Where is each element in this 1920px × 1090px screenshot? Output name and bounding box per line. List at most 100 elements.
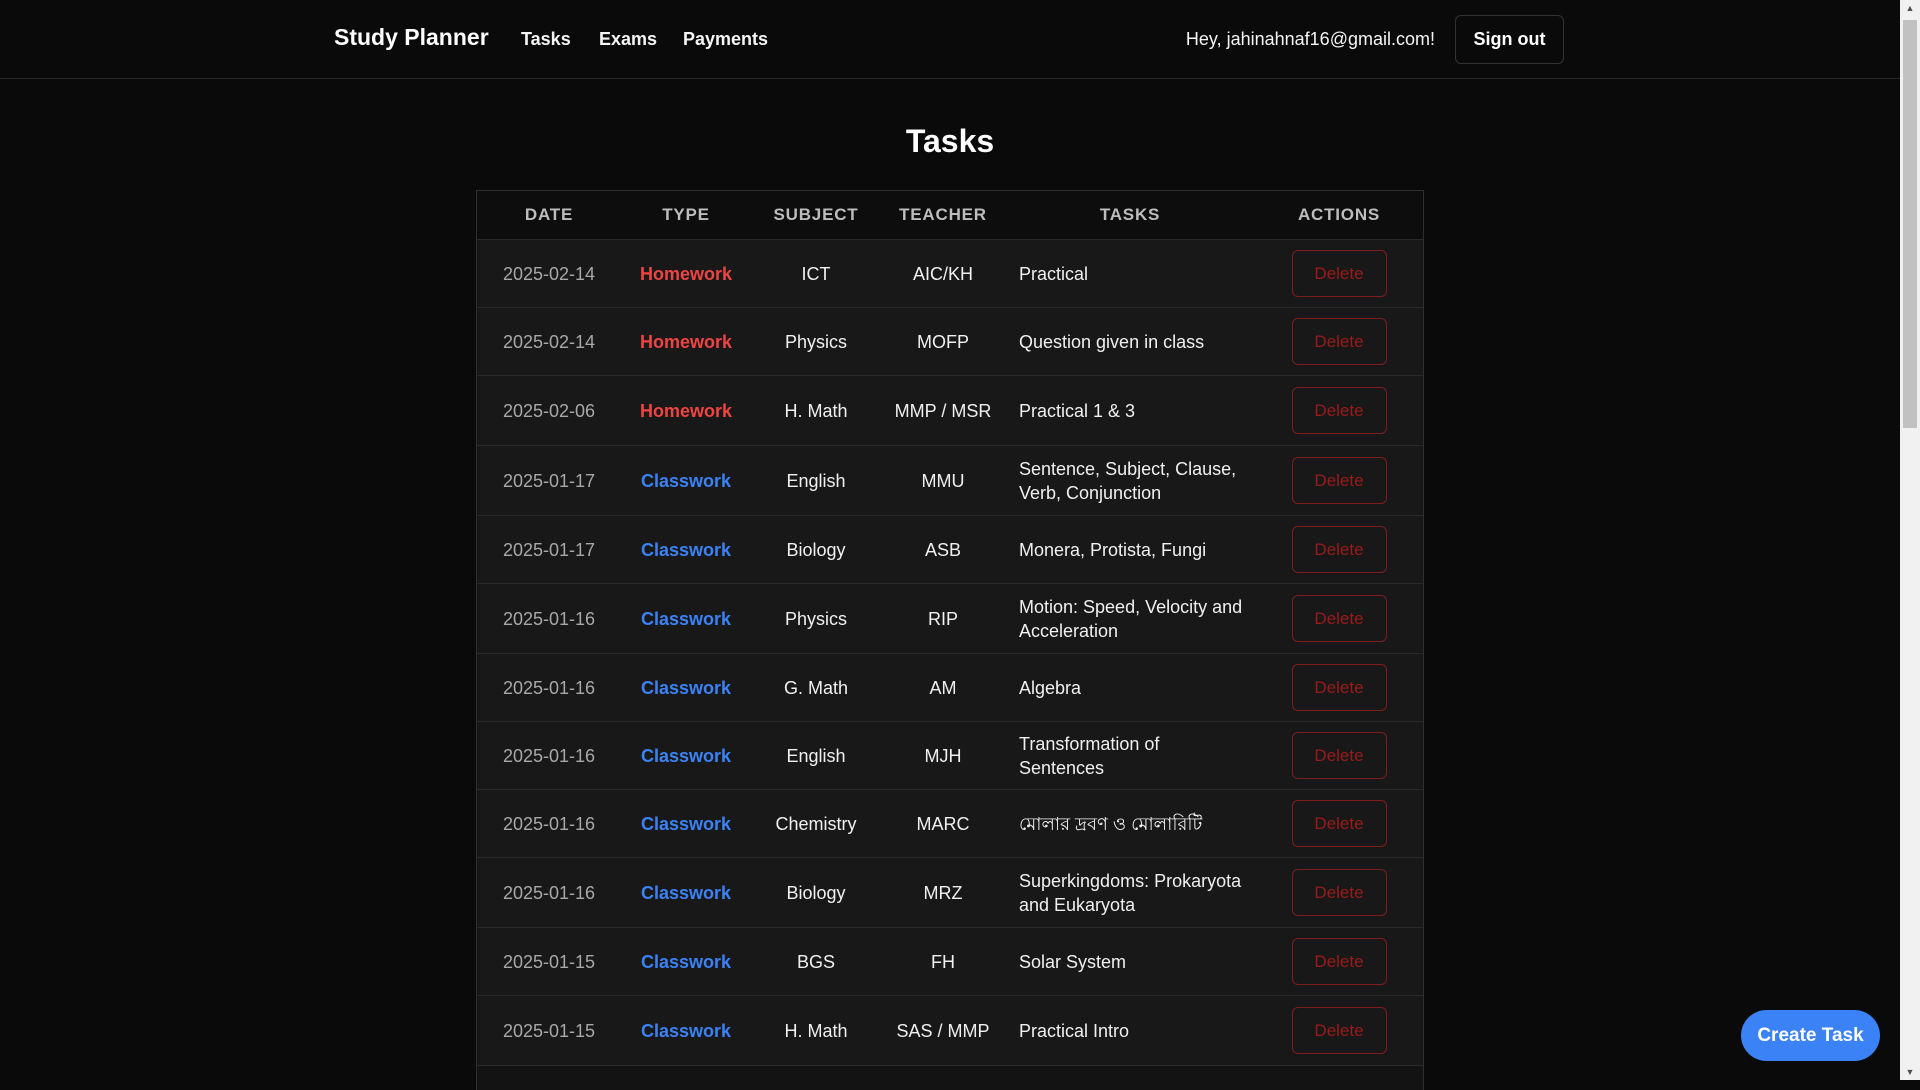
actions-cell: Delete (1255, 445, 1423, 516)
vertical-scrollbar[interactable]: ▲ ▼ (1900, 0, 1920, 1080)
type-cell: Homework (621, 307, 751, 376)
actions-cell: Delete (1255, 307, 1423, 376)
column-header-tasks: TASKS (1005, 191, 1255, 240)
create-task-button[interactable]: Create Task (1741, 1010, 1880, 1061)
delete-button[interactable]: Delete (1291, 732, 1387, 779)
subject-cell: G. Math (751, 653, 881, 722)
subject-cell: Physics (751, 583, 881, 654)
table-row: 2025-01-15 Classwork BGS FH Solar System Dele… (477, 927, 1423, 996)
table-row: 2025-02-06 Homework H. Math MMP / MSR Practi… (477, 375, 1423, 446)
delete-button[interactable]: Delete (1291, 457, 1387, 504)
subject-cell: Chemistry (751, 789, 881, 858)
nav-link-tasks[interactable]: Tasks (521, 29, 571, 50)
table-row: 2025-01-16 Classwork Physics RIP Motion: Spe… (477, 583, 1423, 654)
scrollbar-thumb[interactable] (1903, 20, 1917, 428)
task-cell: মোলার দ্রবণ ও মোলারিটি (1005, 789, 1255, 858)
task-cell: Superkingdoms: Prokaryota and Eukaryota (1005, 857, 1255, 928)
table-row: 2025-01-16 Classwork Biology MRZ Superkingdo… (477, 857, 1423, 928)
delete-button[interactable]: Delete (1291, 526, 1387, 573)
nav-link-payments[interactable]: Payments (683, 29, 768, 50)
teacher-cell: SAS / MMP (881, 995, 1005, 1066)
column-header-type: TYPE (621, 191, 751, 240)
top-navbar: Study Planner Tasks Exams Payments Hey, … (0, 0, 1900, 79)
delete-button[interactable]: Delete (1291, 869, 1387, 916)
tasks-table-container: DATE TYPE SUBJECT TEACHER TASKS ACTIONS … (476, 190, 1424, 1090)
actions-cell: Delete (1255, 927, 1423, 996)
date-cell: 2025-01-17 (477, 445, 621, 516)
table-header-row: DATE TYPE SUBJECT TEACHER TASKS ACTIONS (477, 191, 1423, 240)
delete-button[interactable]: Delete (1291, 800, 1387, 847)
nav-link-exams[interactable]: Exams (599, 29, 657, 50)
task-cell: Transformation of Sentences (1005, 721, 1255, 790)
actions-cell: Delete (1255, 653, 1423, 722)
actions-cell: Delete (1255, 995, 1423, 1066)
column-header-actions: ACTIONS (1255, 191, 1423, 240)
type-cell: Homework (621, 239, 751, 308)
teacher-cell: MARC (881, 789, 1005, 858)
type-cell: Classwork (621, 721, 751, 790)
delete-button[interactable]: Delete (1291, 664, 1387, 711)
delete-button[interactable]: Delete (1291, 318, 1387, 365)
type-cell: Classwork (621, 995, 751, 1066)
subject-cell: Physics (751, 307, 881, 376)
subject-cell: Biology (751, 515, 881, 584)
date-cell: 2025-01-16 (477, 653, 621, 722)
scroll-down-icon[interactable]: ▼ (1900, 1064, 1920, 1080)
actions-cell: Delete (1255, 239, 1423, 308)
date-cell: 2025-01-17 (477, 515, 621, 584)
table-row: 2025-01-17 Classwork Biology ASB Monera, Pro… (477, 515, 1423, 584)
teacher-cell: MJH (881, 721, 1005, 790)
task-cell: Practical 1 & 3 (1005, 375, 1255, 446)
teacher-cell: MRZ (881, 857, 1005, 928)
page-title: Tasks (905, 123, 995, 159)
task-cell: Monera, Protista, Fungi (1005, 515, 1255, 584)
date-cell: 2025-02-06 (477, 375, 621, 446)
actions-cell: Delete (1255, 721, 1423, 790)
teacher-cell: ASB (881, 515, 1005, 584)
subject-cell: H. Math (751, 995, 881, 1066)
type-cell: Classwork (621, 927, 751, 996)
table-row: 2025-01-16 Classwork G. Math AM Algebra Delet… (477, 653, 1423, 722)
actions-cell: Delete (1255, 375, 1423, 446)
teacher-cell: RIP (881, 583, 1005, 654)
type-cell: Classwork (621, 445, 751, 516)
column-header-teacher: TEACHER (881, 191, 1005, 240)
teacher-cell: MMU (881, 445, 1005, 516)
date-cell: 2025-01-16 (477, 857, 621, 928)
subject-cell: English (751, 445, 881, 516)
teacher-cell: MMP / MSR (881, 375, 1005, 446)
type-cell: Classwork (621, 583, 751, 654)
teacher-cell: AIC/KH (881, 239, 1005, 308)
date-cell: 2025-02-14 (477, 239, 621, 308)
task-cell: Sentence, Subject, Clause, Verb, Conjunc… (1005, 445, 1255, 516)
task-cell: Algebra (1005, 653, 1255, 722)
date-cell: 2025-01-16 (477, 789, 621, 858)
actions-cell: Delete (1255, 789, 1423, 858)
date-cell: 2025-01-15 (477, 995, 621, 1066)
type-cell: Classwork (621, 515, 751, 584)
type-cell: Homework (621, 375, 751, 446)
teacher-cell: AM (881, 653, 1005, 722)
subject-cell: English (751, 721, 881, 790)
task-cell: Question given in class (1005, 307, 1255, 376)
delete-button[interactable]: Delete (1291, 595, 1387, 642)
delete-button[interactable]: Delete (1291, 250, 1387, 297)
date-cell: 2025-01-15 (477, 927, 621, 996)
subject-cell: ICT (751, 239, 881, 308)
subject-cell: BGS (751, 927, 881, 996)
table-row: 2025-01-15 Classwork H. Math SAS / MMP Pract… (477, 995, 1423, 1066)
scroll-up-icon[interactable]: ▲ (1900, 0, 1920, 16)
actions-cell: Delete (1255, 583, 1423, 654)
table-body: 2025-02-14 Homework ICT AIC/KH Practical Dele… (477, 239, 1423, 1066)
type-cell: Classwork (621, 789, 751, 858)
table-row: 2025-02-14 Homework Physics MOFP Question gi… (477, 307, 1423, 376)
brand-title[interactable]: Study Planner (334, 24, 489, 51)
actions-cell: Delete (1255, 857, 1423, 928)
delete-button[interactable]: Delete (1291, 938, 1387, 985)
date-cell: 2025-01-16 (477, 721, 621, 790)
delete-button[interactable]: Delete (1291, 1007, 1387, 1054)
delete-button[interactable]: Delete (1291, 387, 1387, 434)
column-header-date: DATE (477, 191, 621, 240)
sign-out-button[interactable]: Sign out (1455, 15, 1564, 64)
actions-cell: Delete (1255, 515, 1423, 584)
